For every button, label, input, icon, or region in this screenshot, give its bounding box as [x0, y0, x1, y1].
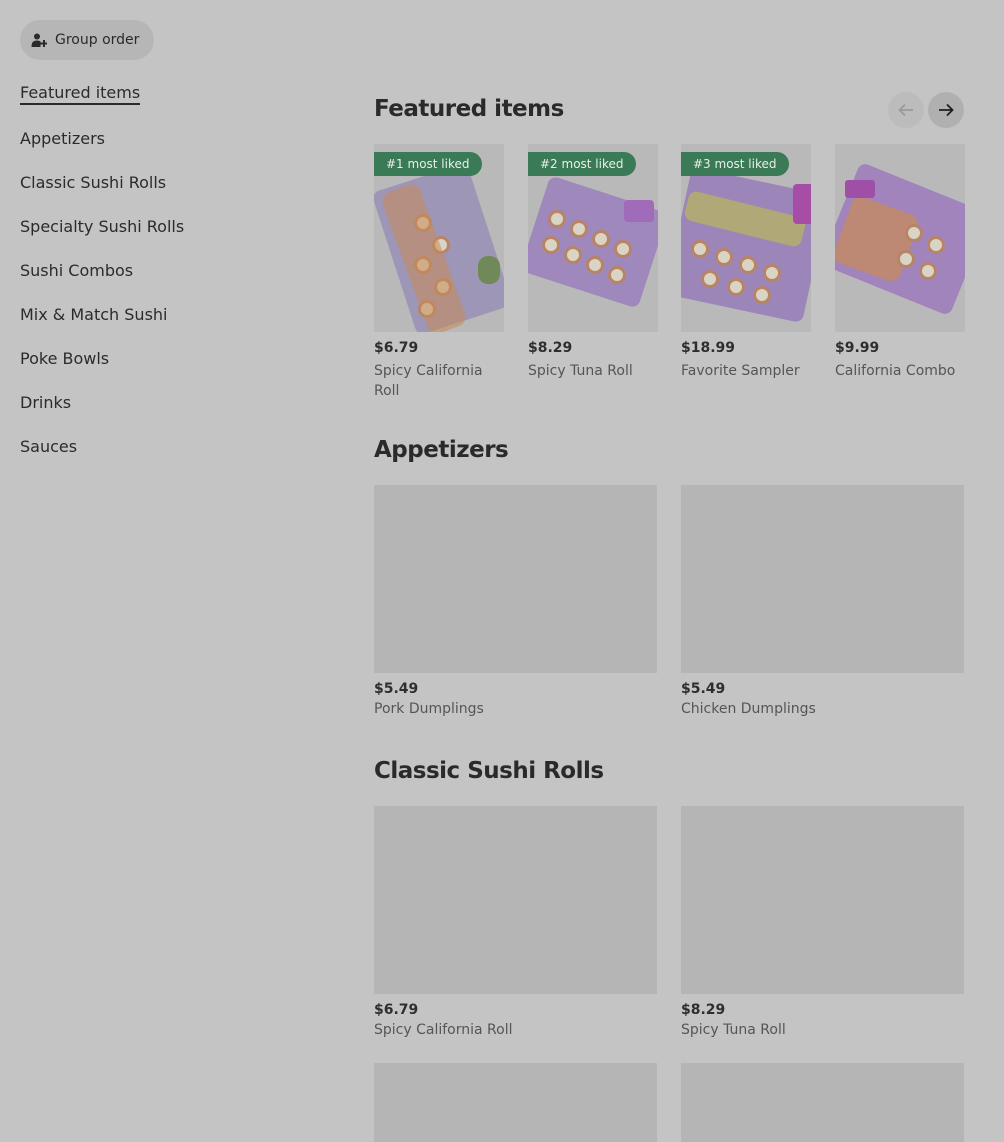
item-image-placeholder — [681, 485, 964, 673]
menu-item-card[interactable]: $6.79 Spicy California Roll — [374, 806, 657, 1040]
item-price: $8.29 — [528, 340, 573, 356]
arrow-left-icon — [898, 103, 913, 117]
item-image: #3 most liked — [681, 144, 811, 332]
menu-item-card[interactable]: $5.49 Chicken Dumplings — [681, 485, 964, 719]
item-price: $5.49 — [681, 681, 726, 697]
item-name: Spicy Tuna Roll — [528, 363, 633, 379]
most-liked-badge: #3 most liked — [681, 152, 789, 176]
menu-item-card[interactable] — [374, 1063, 657, 1142]
sidebar-item-sushi-combos[interactable]: Sushi Combos — [20, 260, 320, 304]
sidebar-item-mix-match-sushi[interactable]: Mix & Match Sushi — [20, 304, 320, 348]
item-image — [835, 144, 965, 332]
sidebar-item-label: Classic Sushi Rolls — [20, 173, 167, 192]
section-title-classic-sushi-rolls: Classic Sushi Rolls — [374, 758, 604, 784]
menu-item-card[interactable]: $5.49 Pork Dumplings — [374, 485, 657, 719]
sidebar-item-label: Sauces — [20, 437, 78, 456]
sidebar-item-featured-items[interactable]: Featured items — [20, 82, 320, 126]
sidebar-item-specialty-sushi-rolls[interactable]: Specialty Sushi Rolls — [20, 216, 320, 260]
category-sidebar: Featured items Appetizers Classic Sushi … — [20, 82, 320, 480]
sidebar-item-label: Mix & Match Sushi — [20, 305, 168, 324]
item-image-placeholder — [374, 806, 657, 994]
featured-item-card[interactable]: #3 most liked $18.99 Favorite Sampler — [681, 144, 811, 381]
item-price: $6.79 — [374, 1002, 419, 1018]
featured-item-card[interactable]: #1 most liked $6.79 Spicy California Rol… — [374, 144, 504, 401]
sidebar-item-label: Appetizers — [20, 129, 105, 148]
menu-item-card[interactable]: $8.29 Spicy Tuna Roll — [681, 806, 964, 1040]
item-image-placeholder — [374, 485, 657, 673]
arrow-right-icon — [939, 103, 954, 117]
item-price: $6.79 — [374, 340, 419, 356]
item-name: Favorite Sampler — [681, 363, 800, 379]
sidebar-item-drinks[interactable]: Drinks — [20, 392, 320, 436]
sidebar-item-label: Specialty Sushi Rolls — [20, 217, 185, 236]
item-price: $8.29 — [681, 1002, 726, 1018]
item-price: $18.99 — [681, 340, 736, 356]
section-title-featured: Featured items — [374, 96, 564, 122]
item-image: #2 most liked — [528, 144, 658, 332]
most-liked-badge: #2 most liked — [528, 152, 636, 176]
menu-item-card[interactable] — [681, 1063, 964, 1142]
item-image-placeholder — [681, 1063, 964, 1142]
featured-item-card[interactable]: #2 most liked $8.29 Spicy Tuna Roll — [528, 144, 658, 381]
sidebar-item-label: Featured items — [20, 83, 141, 105]
item-name: Spicy California Roll — [374, 363, 483, 399]
group-order-label: Group order — [55, 32, 140, 48]
item-price: $9.99 — [835, 340, 880, 356]
sidebar-item-label: Poke Bowls — [20, 349, 110, 368]
sidebar-item-appetizers[interactable]: Appetizers — [20, 128, 320, 172]
featured-item-card[interactable]: $9.99 California Combo — [835, 144, 965, 381]
group-order-button[interactable]: Group order — [20, 20, 154, 60]
item-image: #1 most liked — [374, 144, 504, 332]
carousel-prev-button[interactable] — [888, 92, 924, 128]
section-title-appetizers: Appetizers — [374, 437, 509, 463]
item-name: Spicy Tuna Roll — [681, 1022, 786, 1038]
sidebar-item-classic-sushi-rolls[interactable]: Classic Sushi Rolls — [20, 172, 320, 216]
most-liked-badge: #1 most liked — [374, 152, 482, 176]
item-name: Spicy California Roll — [374, 1022, 513, 1038]
carousel-next-button[interactable] — [928, 92, 964, 128]
item-image-placeholder — [374, 1063, 657, 1142]
item-price: $5.49 — [374, 681, 419, 697]
person-add-icon — [31, 33, 47, 47]
sidebar-item-sauces[interactable]: Sauces — [20, 436, 320, 480]
item-image-placeholder — [681, 806, 964, 994]
item-name: Chicken Dumplings — [681, 701, 816, 717]
sidebar-item-label: Sushi Combos — [20, 261, 134, 280]
sidebar-item-label: Drinks — [20, 393, 72, 412]
sidebar-item-poke-bowls[interactable]: Poke Bowls — [20, 348, 320, 392]
item-name: California Combo — [835, 363, 956, 379]
item-name: Pork Dumplings — [374, 701, 484, 717]
